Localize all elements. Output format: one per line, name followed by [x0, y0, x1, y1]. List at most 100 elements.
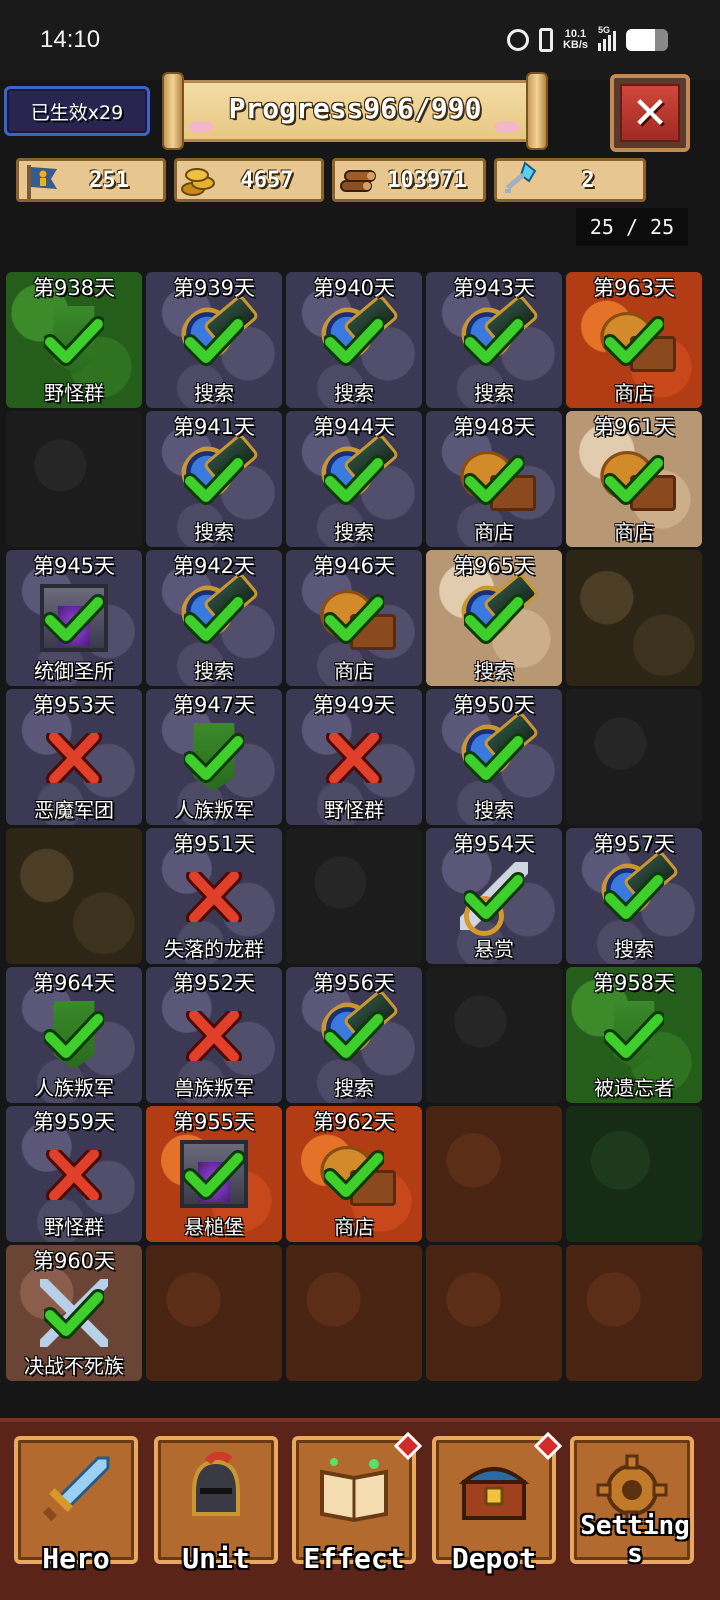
tile-day: 第938天 [32, 276, 116, 300]
map-tile[interactable]: 第962天 商店 [286, 1106, 422, 1242]
completed-mark [182, 316, 246, 366]
check-icon [602, 455, 666, 505]
nav-depot-label: Depot [451, 1542, 537, 1575]
cross-icon [186, 1007, 242, 1065]
nav-effect-button[interactable]: Effect [292, 1431, 423, 1574]
gold-value: 4657 [240, 167, 294, 193]
empty-tile [286, 828, 422, 964]
map-tile[interactable]: 第961天 商店 [566, 411, 702, 547]
completed-mark [322, 455, 386, 505]
nav-settings-label: Settings [580, 1511, 690, 1569]
map-tile[interactable]: 第964天 人族叛军 [6, 967, 142, 1103]
key-value: 2 [581, 167, 595, 193]
tile-name: 商店 [614, 520, 654, 544]
map-tile[interactable]: 第945天 统御圣所 [6, 550, 142, 686]
map-tile[interactable]: 第944天 搜索 [286, 411, 422, 547]
tile-day: 第953天 [32, 693, 116, 717]
completed-mark [182, 594, 246, 644]
tile-name: 搜索 [614, 937, 654, 961]
signal-icon: 5G [598, 25, 616, 51]
empty-tile [566, 1106, 702, 1242]
map-tile[interactable]: 第941天 搜索 [146, 411, 282, 547]
completed-mark [602, 1011, 666, 1061]
tile-name: 失落的龙群 [164, 937, 264, 961]
map-tile[interactable]: 第942天 搜索 [146, 550, 282, 686]
map-tile[interactable]: 第953天 恶魔军团 [6, 689, 142, 825]
map-tile[interactable]: 第948天 商店 [426, 411, 562, 547]
tile-name: 搜索 [474, 798, 514, 822]
map-tile[interactable]: 第943天搜索 [426, 272, 562, 408]
resource-bar: 251 4657 103971 2 [16, 158, 646, 202]
crystal-key-icon [505, 161, 537, 193]
completed-mark [42, 594, 106, 644]
tile-name: 统御圣所 [34, 659, 114, 683]
check-icon [322, 594, 386, 644]
map-tile[interactable]: 第940天 搜索 [286, 272, 422, 408]
map-tile[interactable]: 第960天 决战不死族 [6, 1245, 142, 1381]
map-tile[interactable]: 第951天 失落的龙群 [146, 828, 282, 964]
population-value: 251 [89, 167, 129, 193]
check-icon [182, 455, 246, 505]
completed-mark [602, 872, 666, 922]
check-icon [42, 1289, 106, 1339]
map-tile[interactable]: 第956天 搜索 [286, 967, 422, 1103]
cross-icon [46, 1146, 102, 1204]
vibrate-icon [538, 28, 553, 52]
progress-scroll: Progress966/990 [162, 72, 548, 150]
tile-day: 第943天 [452, 276, 536, 300]
map-tile[interactable]: 第957天搜索 [566, 828, 702, 964]
alarm-icon [506, 29, 529, 51]
tile-day: 第950天 [452, 693, 536, 717]
nav-effect-label: Effect [303, 1542, 405, 1575]
map-tile[interactable]: 第949天 野怪群 [286, 689, 422, 825]
nav-settings-button[interactable]: Settings [570, 1436, 694, 1568]
tile-day: 第946天 [312, 554, 396, 578]
tile-name: 被遗忘者 [594, 1076, 674, 1100]
tile-name: 搜索 [474, 381, 514, 405]
check-icon [182, 594, 246, 644]
tile-day: 第965天 [452, 554, 536, 578]
map-tile[interactable]: 第954天 悬赏 [426, 828, 562, 964]
completed-mark [322, 1011, 386, 1061]
treasure-chest-icon [458, 1467, 530, 1520]
coins-icon [181, 168, 215, 196]
map-tile[interactable]: 第946天 商店 [286, 550, 422, 686]
check-icon [42, 1011, 106, 1061]
tile-day: 第942天 [172, 554, 256, 578]
map-tile[interactable]: 第952天 兽族叛军 [146, 967, 282, 1103]
tile-day: 第939天 [172, 276, 256, 300]
completed-mark [42, 1289, 106, 1339]
map-tile[interactable]: 第950天搜索 [426, 689, 562, 825]
tile-name: 决战不死族 [24, 1354, 124, 1378]
check-icon [42, 594, 106, 644]
map-tile[interactable]: 第939天 搜索 [146, 272, 282, 408]
map-tile[interactable]: 第955天 悬槌堡 [146, 1106, 282, 1242]
map-tile[interactable]: 第938天野怪群 [6, 272, 142, 408]
tile-day: 第957天 [592, 832, 676, 856]
check-icon [462, 872, 526, 922]
nav-depot-button[interactable]: Depot [432, 1431, 563, 1574]
check-icon [322, 1150, 386, 1200]
check-icon [42, 316, 106, 366]
close-button[interactable]: ✕ [610, 74, 690, 152]
map-tile[interactable]: 第963天 商店 [566, 272, 702, 408]
map-tile[interactable]: 第959天 野怪群 [6, 1106, 142, 1242]
active-buffs-badge[interactable]: 已生效x29 [4, 86, 150, 136]
nav-hero-button[interactable]: Hero [14, 1436, 138, 1574]
empty-tile [146, 1245, 282, 1381]
tile-name: 商店 [334, 1215, 374, 1239]
map-tile[interactable]: 第965天 搜索 [426, 550, 562, 686]
map-tile[interactable]: 第947天 人族叛军 [146, 689, 282, 825]
empty-tile [6, 828, 142, 964]
completed-mark [462, 316, 526, 366]
map-tile[interactable]: 第958天 被遗忘者 [566, 967, 702, 1103]
resource-gold: 4657 [174, 158, 324, 202]
check-icon [602, 872, 666, 922]
check-icon [462, 733, 526, 783]
check-icon [182, 316, 246, 366]
cross-icon [326, 729, 382, 787]
tile-day: 第956天 [312, 971, 396, 995]
sword-icon [42, 1456, 110, 1522]
tile-name: 野怪群 [44, 381, 104, 405]
nav-unit-button[interactable]: Unit [154, 1436, 278, 1574]
